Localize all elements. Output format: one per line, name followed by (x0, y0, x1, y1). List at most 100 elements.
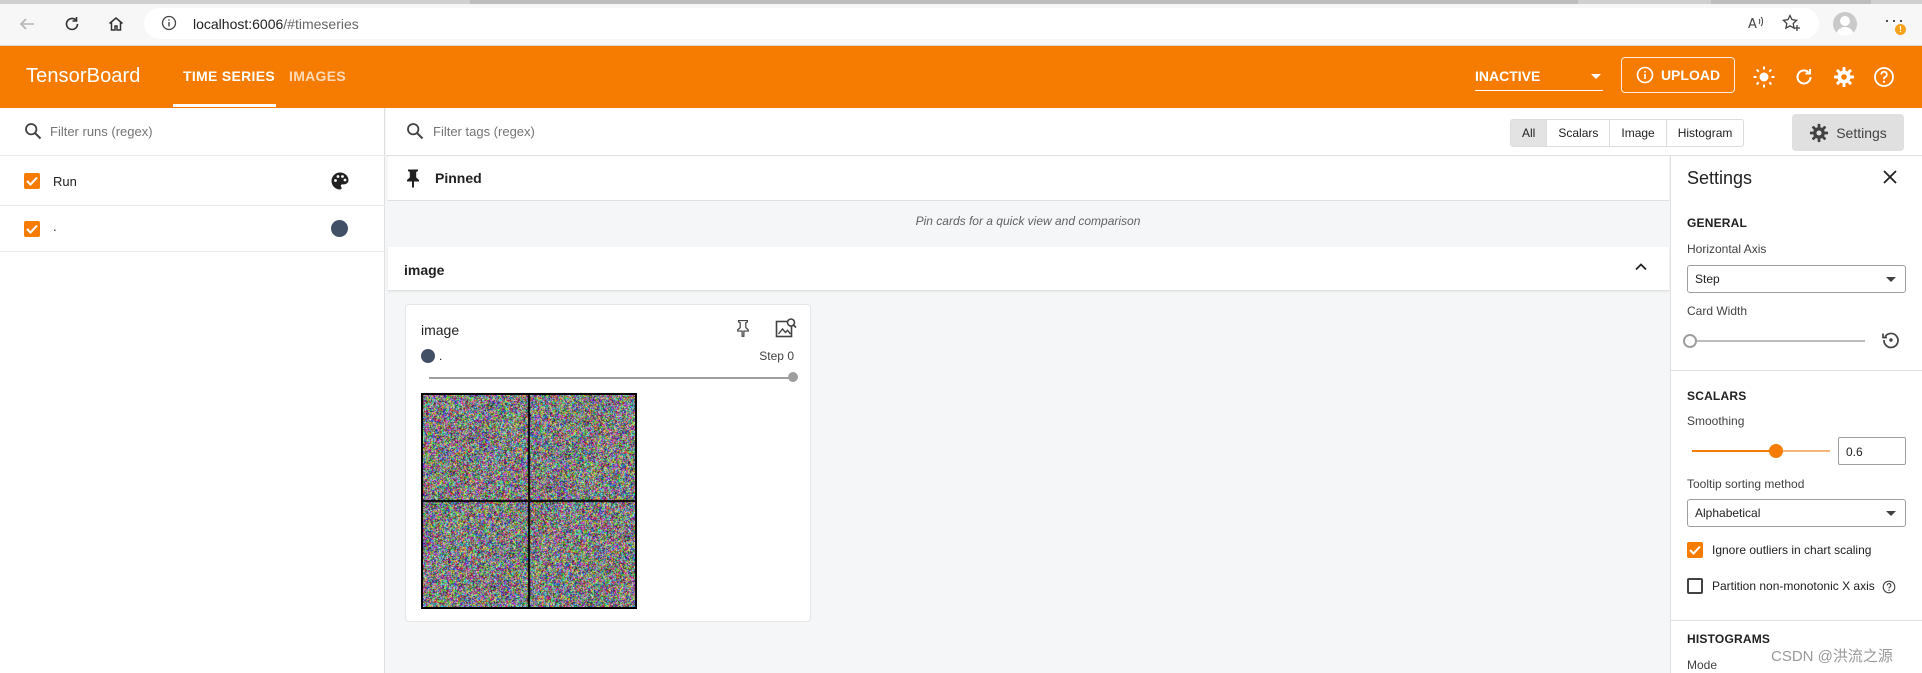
image-card: image . Step 0 (405, 304, 811, 622)
chevron-up-icon[interactable] (1633, 259, 1649, 280)
refresh-icon (1796, 69, 1812, 85)
step-slider-track[interactable] (429, 377, 794, 379)
browser-tab-strip (0, 0, 1922, 4)
read-aloud-icon[interactable]: A (1747, 14, 1765, 37)
settings-toggle-button[interactable]: Settings (1792, 114, 1904, 151)
filter-tags-input[interactable]: Filter tags (regex) (433, 124, 535, 139)
smoothing-label: Smoothing (1687, 414, 1745, 428)
checkmark-icon (1689, 545, 1701, 555)
address-bar[interactable]: localhost:6006/#timeseries A (144, 8, 1819, 39)
image-card-title: image (421, 322, 460, 338)
scalars-heading: SCALARS (1687, 389, 1747, 403)
smoothing-slider-thumb[interactable] (1769, 444, 1783, 458)
general-heading: GENERAL (1687, 216, 1748, 230)
runs-header-label: Run (53, 174, 77, 189)
ignore-outliers-label: Ignore outliers in chart scaling (1712, 543, 1872, 557)
pin-card-button[interactable] (736, 319, 750, 342)
close-icon (1883, 170, 1897, 184)
tab-time-series[interactable]: TIME SERIES (183, 68, 275, 84)
help-icon[interactable] (1882, 580, 1896, 599)
smoothing-value: 0.6 (1846, 445, 1863, 459)
refresh-button[interactable] (1792, 65, 1816, 89)
pinned-section-header: Pinned (388, 156, 1669, 201)
filter-runs-input[interactable]: Filter runs (regex) (0, 108, 385, 156)
card-width-slider-thumb[interactable] (1683, 334, 1697, 348)
plugin-select-dropdown[interactable]: INACTIVE (1475, 65, 1603, 91)
upload-button[interactable]: UPLOAD (1621, 57, 1735, 93)
image-grid-preview (421, 393, 637, 609)
tooltip-sort-label: Tooltip sorting method (1687, 477, 1805, 491)
tab-strip-segment (470, 0, 1578, 4)
runs-header-row: Run (0, 156, 385, 206)
settings-button-label: Settings (1836, 124, 1887, 141)
favorites-icon[interactable] (1781, 13, 1802, 37)
info-circle-icon (1636, 66, 1654, 84)
reset-card-width-button[interactable] (1881, 330, 1901, 355)
card-width-label: Card Width (1687, 304, 1748, 318)
active-tab-indicator (173, 104, 276, 107)
search-icon (406, 122, 424, 145)
run-checkbox[interactable] (24, 221, 40, 237)
ignore-outliers-checkbox[interactable] (1687, 542, 1703, 558)
card-width-slider-track[interactable] (1692, 340, 1865, 342)
horizontal-axis-value: Step (1695, 272, 1720, 286)
smoothing-slider-fill (1692, 450, 1776, 452)
filter-histogram-button[interactable]: Histogram (1667, 120, 1744, 146)
pinned-empty-message: Pin cards for a quick view and compariso… (915, 214, 1141, 228)
browser-toolbar: localhost:6006/#timeseries A ··· ! (0, 0, 1922, 46)
profile-avatar[interactable] (1833, 12, 1857, 36)
select-all-runs-checkbox[interactable] (24, 173, 40, 189)
run-color-dot (421, 349, 435, 363)
card-group-label: image (404, 262, 445, 278)
close-settings-button[interactable] (1882, 169, 1898, 190)
reload-button[interactable] (60, 12, 84, 36)
image-search-icon (775, 318, 797, 338)
horizontal-axis-label: Horizontal Axis (1687, 242, 1767, 256)
sun-icon (1753, 66, 1775, 88)
dropdown-arrow-icon (1886, 277, 1896, 282)
tensorboard-header: TensorBoard TIME SERIES IMAGES INACTIVE … (0, 46, 1922, 108)
run-row[interactable]: . (0, 206, 385, 252)
smoothing-input[interactable]: 0.6 (1838, 437, 1906, 465)
settings-panel-title: Settings (1687, 168, 1753, 188)
dropdown-arrow-icon (1591, 74, 1601, 79)
tab-images[interactable]: IMAGES (289, 68, 346, 84)
tab-strip-segment (1711, 0, 1871, 4)
pinned-label: Pinned (435, 170, 482, 186)
card-type-filter: All Scalars Image Histogram (1510, 119, 1745, 147)
tooltip-sort-select[interactable]: Alphabetical (1687, 499, 1906, 527)
partition-x-axis-checkbox[interactable] (1687, 578, 1703, 594)
histograms-heading: HISTOGRAMS (1687, 632, 1771, 646)
url-host: localhost:6006 (193, 16, 284, 32)
help-icon (1874, 67, 1894, 87)
run-color-swatch[interactable] (331, 220, 348, 237)
filter-scalars-button[interactable]: Scalars (1547, 120, 1611, 146)
theme-toggle-button[interactable] (1752, 65, 1776, 89)
url-path: /#timeseries (283, 16, 359, 32)
upload-label: UPLOAD (1660, 67, 1721, 83)
card-step-label: Step 0 (759, 349, 794, 363)
settings-gear-button[interactable] (1832, 65, 1856, 89)
help-button[interactable] (1872, 65, 1896, 89)
main-content: Filter tags (regex) All Scalars Image Hi… (386, 108, 1922, 673)
gear-icon (1810, 123, 1829, 142)
filter-runs-placeholder: Filter runs (regex) (50, 124, 153, 139)
palette-icon[interactable] (330, 171, 350, 196)
site-info-icon[interactable] (161, 15, 177, 36)
image-settings-button[interactable] (775, 317, 797, 344)
search-icon (24, 122, 42, 145)
settings-panel: Settings GENERAL Horizontal Axis Step Ca… (1670, 156, 1922, 673)
runs-sidebar: Filter runs (regex) Run . (0, 108, 385, 673)
home-button[interactable] (104, 12, 128, 36)
pin-icon (737, 319, 749, 337)
card-group-header[interactable]: image (388, 247, 1669, 291)
url-text: localhost:6006/#timeseries (193, 16, 359, 32)
back-button[interactable] (15, 12, 39, 36)
step-slider-thumb[interactable] (788, 372, 798, 382)
histogram-mode-label: Mode (1687, 658, 1718, 672)
filter-image-button[interactable]: Image (1610, 120, 1667, 146)
dropdown-arrow-icon (1886, 511, 1896, 516)
horizontal-axis-select[interactable]: Step (1687, 265, 1906, 293)
notification-badge: ! (1895, 24, 1906, 35)
filter-all-button[interactable]: All (1511, 120, 1548, 146)
